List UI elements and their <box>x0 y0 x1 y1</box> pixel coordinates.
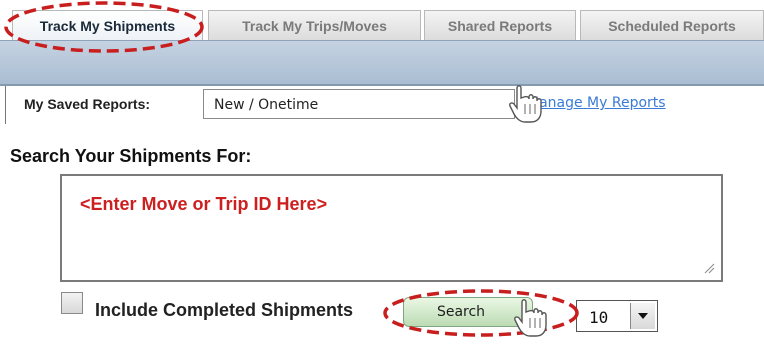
saved-reports-label: My Saved Reports: <box>24 96 151 112</box>
tab-label: Track My Trips/Moves <box>242 17 387 34</box>
saved-reports-row: My Saved Reports: New / Onetime Manage M… <box>0 86 764 124</box>
include-completed-label: Include Completed Shipments <box>95 300 354 320</box>
resize-grip-icon[interactable] <box>703 262 715 274</box>
search-title: Search Your Shipments For: <box>10 146 252 166</box>
page-size-value: 10 <box>589 308 609 327</box>
search-button[interactable]: Search <box>403 297 533 327</box>
move-trip-id-input[interactable]: <Enter Move or Trip ID Here> <box>60 174 723 282</box>
page-size-select[interactable]: 10 <box>576 300 658 332</box>
saved-reports-select[interactable]: New / Onetime <box>203 89 515 119</box>
tab-label: Scheduled Reports <box>608 17 736 34</box>
triangle-down-icon <box>638 313 648 319</box>
search-button-label: Search <box>436 304 486 320</box>
manage-reports-link[interactable]: Manage My Reports <box>527 95 666 111</box>
id-placeholder-text: <Enter Move or Trip ID Here> <box>80 194 328 214</box>
tab-label: Track My Shipments <box>39 17 176 34</box>
tab-label: Shared Reports <box>447 17 553 34</box>
tab-scheduled-reports[interactable]: Scheduled Reports <box>580 10 764 40</box>
dropdown-arrow-button[interactable] <box>630 303 655 329</box>
tab-shared-reports[interactable]: Shared Reports <box>424 10 576 40</box>
saved-reports-value: New / Onetime <box>214 97 319 113</box>
tab-strip: Track My Shipments Track My Trips/Moves … <box>0 0 764 40</box>
tab-track-my-shipments[interactable]: Track My Shipments <box>12 10 203 40</box>
tab-content-bar <box>0 40 764 86</box>
tab-track-my-trips-moves[interactable]: Track My Trips/Moves <box>208 10 421 40</box>
include-completed-checkbox[interactable] <box>61 292 83 314</box>
